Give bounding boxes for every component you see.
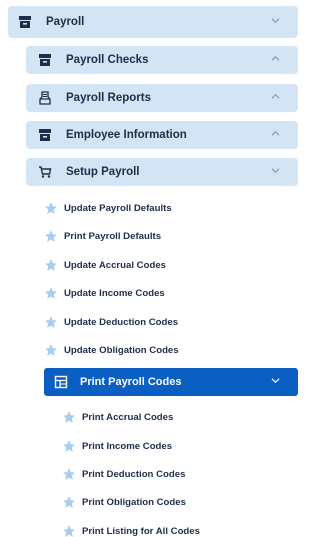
menu-item-label: Update Income Codes <box>64 287 165 299</box>
menu-item-label: Update Payroll Defaults <box>64 202 172 214</box>
shopping-cart-icon <box>38 165 52 179</box>
menu-item-label: Print Payroll Codes <box>80 376 182 388</box>
menu-item-label: Update Accrual Codes <box>64 259 167 271</box>
archive-box-icon <box>18 15 32 29</box>
menu-item-payroll-reports[interactable]: Payroll Reports <box>26 84 298 112</box>
star-icon <box>44 258 58 272</box>
star-icon <box>44 286 58 300</box>
menu-item-label: Print Listing for All Codes <box>82 525 200 537</box>
menu-item-update-income-codes[interactable]: Update Income Codes <box>44 284 165 302</box>
menu-item-print-income-codes[interactable]: Print Income Codes <box>62 437 172 455</box>
star-icon <box>44 343 58 357</box>
star-icon <box>62 524 76 537</box>
menu-item-label: Update Deduction Codes <box>64 316 179 328</box>
menu-item-label: Print Payroll Defaults <box>64 230 162 242</box>
inbox-tray-icon <box>38 91 52 105</box>
menu-item-print-deduction-codes[interactable]: Print Deduction Codes <box>62 465 185 483</box>
table-layout-icon <box>54 375 68 389</box>
chevron-up-icon[interactable] <box>271 92 280 101</box>
menu-item-print-accrual-codes[interactable]: Print Accrual Codes <box>62 408 173 426</box>
chevron-down-icon[interactable] <box>271 376 280 385</box>
menu-item-payroll[interactable]: Payroll <box>8 6 298 38</box>
menu-item-update-deduction-codes[interactable]: Update Deduction Codes <box>44 313 178 331</box>
menu-item-label: Payroll Reports <box>66 92 151 104</box>
menu-item-update-payroll-defaults[interactable]: Update Payroll Defaults <box>44 199 172 217</box>
menu-item-label: Print Accrual Codes <box>82 411 174 423</box>
menu-item-employee-information[interactable]: Employee Information <box>26 121 298 149</box>
chevron-down-icon[interactable] <box>271 166 280 175</box>
star-icon <box>62 410 76 424</box>
chevron-up-icon[interactable] <box>271 129 280 138</box>
menu-item-setup-payroll[interactable]: Setup Payroll <box>26 158 298 186</box>
star-icon <box>44 201 58 215</box>
archive-box-icon <box>38 128 52 142</box>
menu-item-update-obligation-codes[interactable]: Update Obligation Codes <box>44 341 179 359</box>
menu-item-label: Print Income Codes <box>82 440 173 452</box>
menu-item-print-payroll-defaults[interactable]: Print Payroll Defaults <box>44 227 161 245</box>
star-icon <box>44 229 58 243</box>
menu-item-print-payroll-codes[interactable]: Print Payroll Codes <box>44 368 298 396</box>
menu-item-label: Print Deduction Codes <box>82 468 186 480</box>
star-icon <box>62 467 76 481</box>
menu-item-label: Employee Information <box>66 129 187 141</box>
menu-item-print-obligation-codes[interactable]: Print Obligation Codes <box>62 493 186 511</box>
star-icon <box>62 439 76 453</box>
menu-item-label: Update Obligation Codes <box>64 344 179 356</box>
star-icon <box>62 495 76 509</box>
archive-box-icon <box>38 53 52 67</box>
menu-item-print-listing-all-codes[interactable]: Print Listing for All Codes <box>62 522 200 537</box>
menu-item-label: Payroll <box>46 16 85 28</box>
chevron-up-icon[interactable] <box>271 54 280 63</box>
menu-item-label: Payroll Checks <box>66 54 149 66</box>
menu-item-label: Print Obligation Codes <box>82 496 186 508</box>
star-icon <box>44 315 58 329</box>
chevron-down-icon[interactable] <box>271 16 280 25</box>
menu-item-update-accrual-codes[interactable]: Update Accrual Codes <box>44 256 166 274</box>
menu-item-label: Setup Payroll <box>66 166 140 178</box>
menu-item-payroll-checks[interactable]: Payroll Checks <box>26 46 298 74</box>
